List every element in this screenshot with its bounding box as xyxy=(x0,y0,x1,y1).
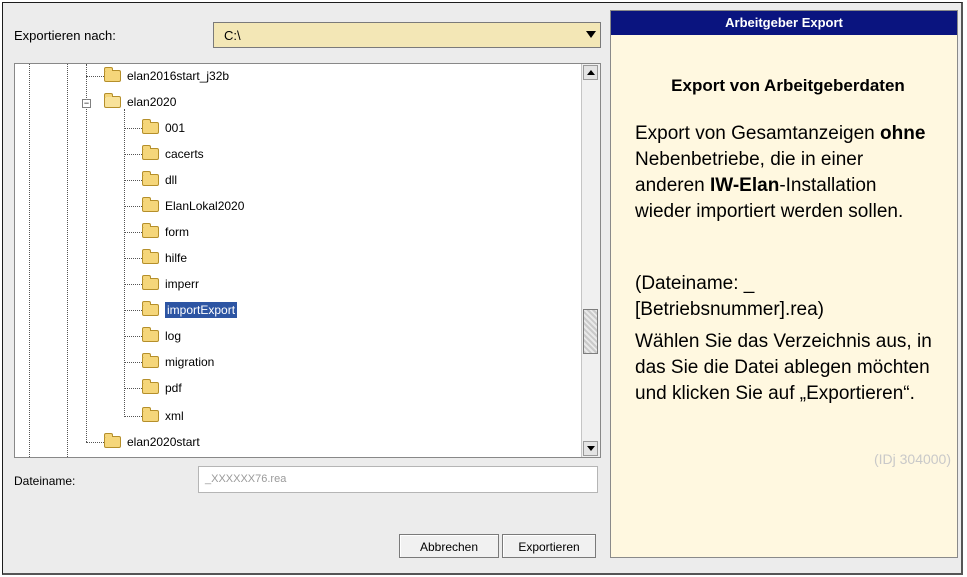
tree-item[interactable]: dll xyxy=(142,169,177,191)
folder-icon xyxy=(142,249,159,264)
tree-guide-line xyxy=(124,362,142,363)
folder-icon xyxy=(142,223,159,238)
filename-label: Dateiname: xyxy=(14,474,76,488)
folder-icon xyxy=(142,327,159,342)
help-filename-hint: (Dateiname: _ [Betriebsnummer].rea) xyxy=(635,273,825,320)
tree-item-label: dll xyxy=(165,173,178,187)
folder-icon xyxy=(142,301,159,316)
folder-icon xyxy=(142,275,159,290)
tree-item-label: form xyxy=(165,225,189,239)
tree-item[interactable]: elan2020 xyxy=(104,91,176,113)
help-title: Export von Arbeitgeberdaten xyxy=(671,76,905,95)
tree-guide-line xyxy=(124,154,142,155)
tree-guide-line xyxy=(124,109,125,417)
vertical-scrollbar[interactable] xyxy=(581,64,600,457)
folder-icon xyxy=(142,353,159,368)
chevron-down-icon[interactable] xyxy=(586,31,596,38)
tree-guide-line xyxy=(124,232,142,233)
export-path-dropdown[interactable]: C:\ xyxy=(213,22,601,48)
filename-field[interactable]: _XXXXXX76.rea xyxy=(198,466,598,493)
tree-item-label: elan2020start xyxy=(127,435,200,449)
tree-item[interactable]: imperr xyxy=(142,273,199,295)
help-id: (IDj 304000) xyxy=(873,451,951,467)
folder-icon xyxy=(142,119,159,134)
tree-guide-line xyxy=(124,416,142,417)
tree-item[interactable]: cacerts xyxy=(142,143,204,165)
scroll-thumb[interactable] xyxy=(583,309,598,354)
help-paragraph: Export von Gesamtanzeigen ohne Nebenbetr… xyxy=(635,121,935,225)
folder-icon xyxy=(142,407,159,422)
tree-item[interactable]: xml xyxy=(142,405,184,427)
folder-open-icon xyxy=(104,93,121,108)
tree-guide-line xyxy=(124,388,142,389)
tree-item-label: pdf xyxy=(165,381,182,395)
help-text-bold: ohne xyxy=(880,123,926,144)
tree-guide-line xyxy=(124,180,142,181)
tree-guide-line xyxy=(124,258,142,259)
tree-item-label: 001 xyxy=(165,121,186,135)
tree-item[interactable]: elan2020start xyxy=(104,431,200,453)
tree-item[interactable]: hilfe xyxy=(142,247,187,269)
arrow-up-icon xyxy=(587,70,595,75)
help-text-bold: IW-Elan xyxy=(710,175,780,196)
tree-item-label: log xyxy=(165,329,182,343)
folder-icon xyxy=(142,197,159,212)
tree-item-label: elan2020 xyxy=(127,95,177,109)
collapse-icon[interactable]: − xyxy=(82,99,91,108)
folder-icon xyxy=(142,379,159,394)
tree-guide-line xyxy=(67,64,68,457)
tree-item-label: imperr xyxy=(165,277,200,291)
tree-guide-line xyxy=(124,206,142,207)
scroll-down-button[interactable] xyxy=(583,441,598,456)
tree-item[interactable]: pdf xyxy=(142,377,182,399)
directory-tree[interactable]: elan2016start_j32b − elan2020 001 cacert… xyxy=(14,63,601,458)
tree-guide-line xyxy=(86,64,87,442)
folder-icon xyxy=(104,67,121,82)
help-text: Export von Gesamtanzeigen xyxy=(635,123,881,144)
tree-guide-line xyxy=(29,64,30,457)
directory-panel: Exportieren nach: C:\ elan2016start_j32b… xyxy=(8,8,604,573)
folder-icon xyxy=(104,433,121,448)
tree-item[interactable]: ElanLokal2020 xyxy=(142,195,244,217)
tree-guide-line xyxy=(124,128,142,129)
tree-guide-line xyxy=(86,76,104,77)
folder-icon xyxy=(142,171,159,186)
tree-item[interactable]: migration xyxy=(142,351,214,373)
export-path-value: C:\ xyxy=(224,28,241,43)
arrow-down-icon xyxy=(587,446,595,451)
help-instructions: Wählen Sie das Verzeichnis aus, in das S… xyxy=(635,331,932,404)
export-to-label: Exportieren nach: xyxy=(14,28,116,43)
tree-guide-line xyxy=(86,442,104,443)
tree-guide-line xyxy=(124,336,142,337)
tree-item-label: cacerts xyxy=(165,147,204,161)
tree-item-label: xml xyxy=(165,409,184,423)
tree-item[interactable]: 001 xyxy=(142,117,185,139)
tree-item[interactable]: form xyxy=(142,221,189,243)
scroll-up-button[interactable] xyxy=(583,65,598,80)
tree-item[interactable]: elan2016start_j32b xyxy=(104,65,229,87)
tree-guide-line xyxy=(124,310,142,311)
tree-item-label: hilfe xyxy=(165,251,188,265)
folder-icon xyxy=(142,145,159,160)
tree-item-label: ElanLokal2020 xyxy=(165,199,245,213)
tree-item-label: migration xyxy=(165,355,215,369)
tree-guide-line xyxy=(124,284,142,285)
tree-item-label: importExport xyxy=(165,302,238,318)
tree-item-label: elan2016start_j32b xyxy=(127,69,230,83)
help-panel-header: Arbeitgeber Export xyxy=(611,11,957,35)
export-dialog: Exportieren nach: C:\ elan2016start_j32b… xyxy=(2,2,963,575)
help-panel: Arbeitgeber Export Export von Arbeitgebe… xyxy=(610,10,958,558)
tree-item[interactable]: log xyxy=(142,325,181,347)
cancel-button[interactable]: Abbrechen xyxy=(399,534,499,558)
tree-item-selected[interactable]: importExport xyxy=(142,299,238,321)
export-button[interactable]: Exportieren xyxy=(502,534,596,558)
